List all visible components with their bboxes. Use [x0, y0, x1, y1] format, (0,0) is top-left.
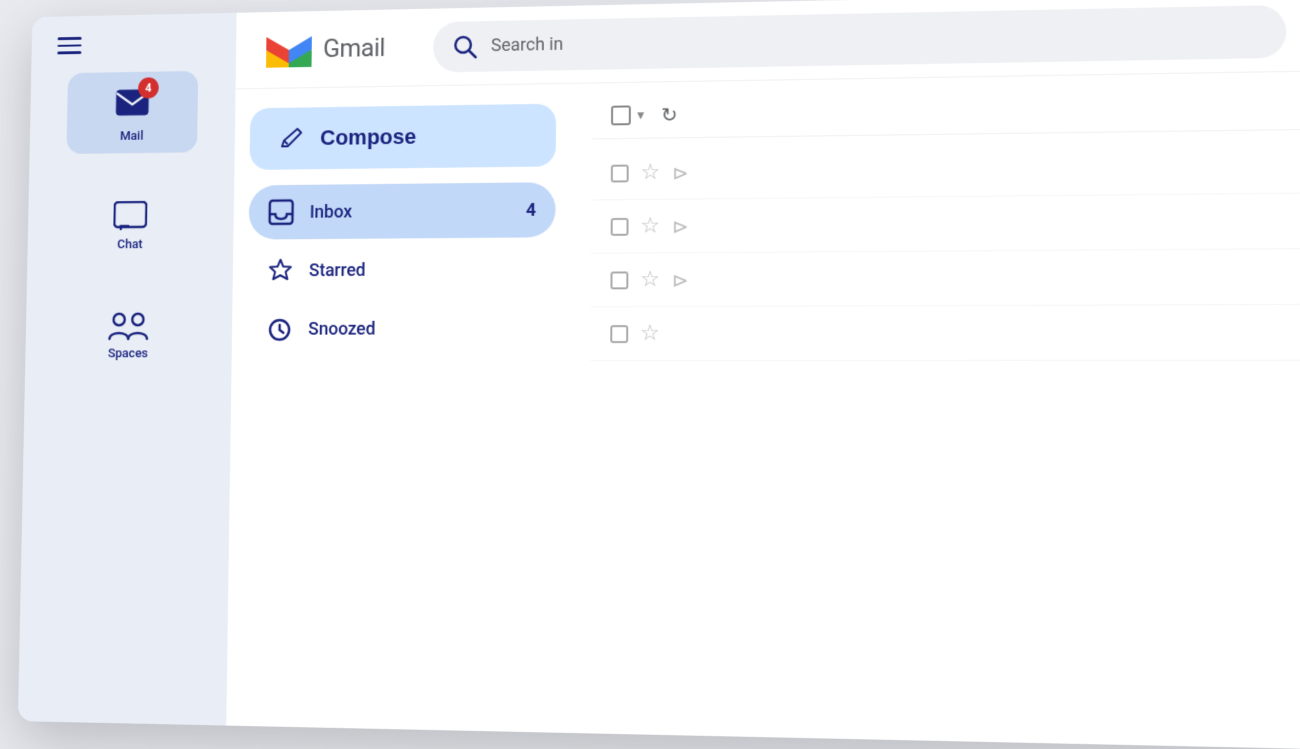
sidebar-chat-label: Chat [117, 237, 143, 252]
people-icon [108, 310, 150, 341]
gmail-logo[interactable]: Gmail [264, 28, 385, 69]
refresh-button[interactable]: ↻ [656, 102, 682, 128]
label-icon[interactable]: ⊳ [672, 268, 689, 292]
main-content: Gmail Search in Compo [226, 0, 1300, 749]
gmail-m-icon [264, 30, 314, 69]
sidebar-item-mail[interactable]: 4 Mail [66, 71, 198, 154]
row-checkbox[interactable] [610, 325, 628, 343]
table-row[interactable]: ☆ ⊳ [591, 249, 1300, 307]
sidebar-spaces-label: Spaces [108, 347, 148, 362]
email-list-toolbar: ▼ ↻ [591, 82, 1300, 140]
sidebar-item-spaces[interactable]: Spaces [62, 300, 194, 371]
search-bar[interactable]: Search in [433, 4, 1287, 72]
table-row[interactable]: ☆ ⊳ [591, 193, 1300, 253]
row-checkbox[interactable] [611, 164, 629, 182]
compose-button[interactable]: Compose [249, 104, 556, 170]
sidebar-item-chat[interactable]: Chat [64, 191, 196, 262]
star-icon[interactable]: ☆ [640, 214, 660, 239]
clock-icon [266, 315, 293, 342]
hamburger-line-1 [58, 37, 82, 40]
star-icon[interactable]: ☆ [640, 267, 660, 292]
app-window: 4 Mail Chat Spaces [18, 0, 1300, 749]
hamburger-line-3 [57, 51, 81, 54]
label-icon[interactable]: ⊳ [672, 214, 689, 238]
search-icon [452, 33, 477, 59]
sidebar: 4 Mail Chat Spaces [18, 13, 237, 726]
table-row[interactable]: ☆ ⊳ [591, 138, 1300, 200]
hamburger-menu-button[interactable] [57, 37, 81, 54]
gmail-title: Gmail [323, 33, 385, 63]
search-placeholder-text: Search in [491, 34, 563, 56]
nav-panel: Compose Inbox 4 Starred [226, 84, 572, 733]
hamburger-line-2 [57, 44, 81, 47]
nav-item-starred[interactable]: Starred [248, 241, 556, 298]
star-icon[interactable]: ☆ [641, 160, 661, 185]
email-list-panel: ▼ ↻ ☆ ⊳ ☆ ⊳ ☆ ⊳ [589, 72, 1300, 749]
nav-starred-label: Starred [309, 259, 536, 281]
sidebar-mail-label: Mail [120, 129, 144, 144]
select-dropdown-arrow[interactable]: ▼ [635, 108, 647, 122]
star-icon[interactable]: ☆ [640, 321, 660, 346]
inbox-icon [268, 198, 295, 225]
label-icon[interactable]: ⊳ [672, 160, 689, 184]
select-all-dropdown[interactable]: ▼ [611, 105, 647, 125]
nav-item-snoozed[interactable]: Snoozed [247, 301, 555, 357]
star-nav-icon [267, 257, 294, 284]
nav-inbox-label: Inbox [310, 200, 511, 222]
nav-inbox-count: 4 [526, 200, 536, 221]
body-area: Compose Inbox 4 Starred [226, 72, 1300, 749]
compose-label: Compose [320, 124, 416, 151]
select-all-checkbox[interactable] [611, 105, 631, 125]
chat-icon [113, 201, 147, 232]
pencil-icon [278, 125, 305, 152]
mail-badge: 4 [138, 77, 159, 98]
row-checkbox[interactable] [610, 271, 628, 289]
table-row[interactable]: ☆ [590, 305, 1300, 361]
nav-item-inbox[interactable]: Inbox 4 [248, 182, 555, 239]
nav-snoozed-label: Snoozed [308, 318, 535, 339]
mail-icon-wrapper: 4 [108, 81, 157, 124]
row-checkbox[interactable] [611, 217, 629, 235]
